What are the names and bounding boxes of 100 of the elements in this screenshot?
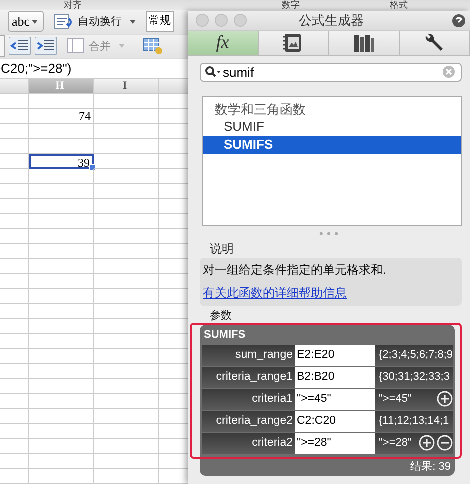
table-cell	[29, 378, 94, 394]
window-title: 公式生成器	[299, 12, 364, 30]
table-cell	[29, 304, 94, 319]
caret-icon[interactable]	[130, 20, 136, 24]
table-cell	[29, 228, 94, 244]
section-heading: 说明	[210, 242, 234, 256]
table-cell	[29, 438, 94, 454]
format-table-icon[interactable]	[143, 38, 163, 55]
table-cell	[0, 214, 29, 229]
table-cell	[0, 138, 29, 154]
table-cell	[29, 424, 94, 439]
formula-text[interactable]: C20;">=28")	[1, 60, 72, 76]
table-cell	[0, 304, 29, 319]
selected-cell[interactable]: 39	[29, 154, 94, 169]
add-icon[interactable]	[437, 391, 453, 408]
table-cell	[0, 408, 29, 424]
table-cell	[29, 348, 94, 364]
result-text: 结果: 39	[410, 460, 452, 475]
function-item[interactable]: SUMIFS	[203, 136, 461, 154]
number-format-field[interactable]: 常规	[146, 11, 174, 32]
argument-field[interactable]: ">=28"	[295, 432, 375, 454]
function-item[interactable]: SUMIF	[203, 118, 461, 136]
table-cell	[0, 154, 29, 169]
table-cell	[0, 424, 29, 439]
section-heading: 参数	[210, 310, 232, 322]
increase-indent-icon[interactable]	[35, 37, 57, 56]
evaluated-value: {30;31;32;33;3	[379, 371, 450, 384]
table-cell	[29, 394, 94, 409]
column-header[interactable]: I	[94, 78, 159, 94]
table-cell	[0, 184, 29, 199]
search-icon[interactable]	[205, 66, 221, 78]
table-cell	[0, 318, 29, 334]
table-cell	[29, 318, 94, 334]
wrap-text-label[interactable]: 自动换行	[78, 14, 122, 30]
group-label: 格式	[390, 0, 408, 10]
merge-cells-icon[interactable]	[67, 38, 85, 54]
table-cell	[29, 364, 94, 379]
table-cell	[29, 334, 94, 349]
tab[interactable]	[258, 31, 329, 55]
table-cell	[0, 228, 29, 244]
caret-icon[interactable]	[32, 20, 38, 24]
table-cell	[29, 168, 94, 184]
function-name: SUMIFS	[203, 328, 247, 343]
table-cell	[29, 258, 94, 274]
wrap-text-icon[interactable]	[54, 14, 74, 30]
table-cell	[29, 454, 94, 469]
argument-label: criteria_range1	[215, 371, 294, 384]
tab[interactable]	[329, 31, 400, 55]
help-icon[interactable]	[452, 14, 466, 28]
help-link[interactable]: 有关此函数的详细帮助信息	[203, 284, 347, 302]
table-cell	[29, 274, 94, 289]
table-cell	[0, 364, 29, 379]
remove-icon[interactable]	[437, 435, 453, 452]
search-field[interactable]: sumif	[200, 62, 462, 82]
tab[interactable]	[400, 31, 470, 55]
table-cell	[0, 378, 29, 394]
table-cell	[29, 198, 94, 214]
table-cell	[29, 288, 94, 304]
table-cell	[0, 468, 29, 484]
splitter-handle-icon[interactable]	[319, 232, 339, 236]
table-cell	[0, 454, 29, 469]
argument-label: criteria_range2	[215, 415, 294, 428]
category-label: 数学和三角函数	[214, 100, 307, 118]
table-cell	[0, 124, 29, 139]
table-cell	[29, 214, 94, 229]
table-cell	[0, 348, 29, 364]
table-cell	[0, 274, 29, 289]
table-cell	[0, 244, 29, 259]
table-cell	[0, 438, 29, 454]
group-label: 数字	[282, 0, 300, 10]
group-label: 对齐	[64, 0, 82, 10]
table-cell	[0, 198, 29, 214]
tab[interactable]: fx	[188, 31, 258, 55]
table-cell	[0, 168, 29, 184]
evaluated-value: {11;12;13;14;1	[379, 415, 450, 428]
table-cell	[0, 288, 29, 304]
argument-label: sum_range	[234, 349, 294, 362]
argument-field[interactable]: B2:B20	[295, 366, 375, 388]
argument-field[interactable]: E2:E20	[295, 344, 375, 366]
evaluated-value: ">=28"	[379, 437, 412, 450]
table-cell	[0, 108, 29, 124]
table-cell	[0, 334, 29, 349]
table-cell	[0, 394, 29, 409]
table-cell	[29, 468, 94, 484]
argument-label: criteria2	[251, 437, 294, 450]
table-cell	[0, 94, 29, 109]
style-dropdown[interactable]: abc	[8, 11, 44, 32]
add-icon[interactable]	[419, 435, 435, 452]
argument-label: criteria1	[251, 393, 294, 406]
argument-field[interactable]: C2:C20	[295, 410, 375, 432]
evaluated-value: ">=45"	[379, 393, 412, 406]
evaluated-value: {2;3;4;5;6;7;8;9	[379, 349, 453, 362]
table-cell	[29, 408, 94, 424]
decrease-indent-icon[interactable]	[9, 37, 31, 56]
table-cell: 74	[29, 108, 94, 124]
description-text: 对一组给定条件指定的单元格求和.	[203, 262, 388, 280]
table-cell	[29, 184, 94, 199]
table-cell	[29, 244, 94, 259]
table-cell	[0, 258, 29, 274]
argument-field[interactable]: ">=45"	[295, 388, 375, 410]
